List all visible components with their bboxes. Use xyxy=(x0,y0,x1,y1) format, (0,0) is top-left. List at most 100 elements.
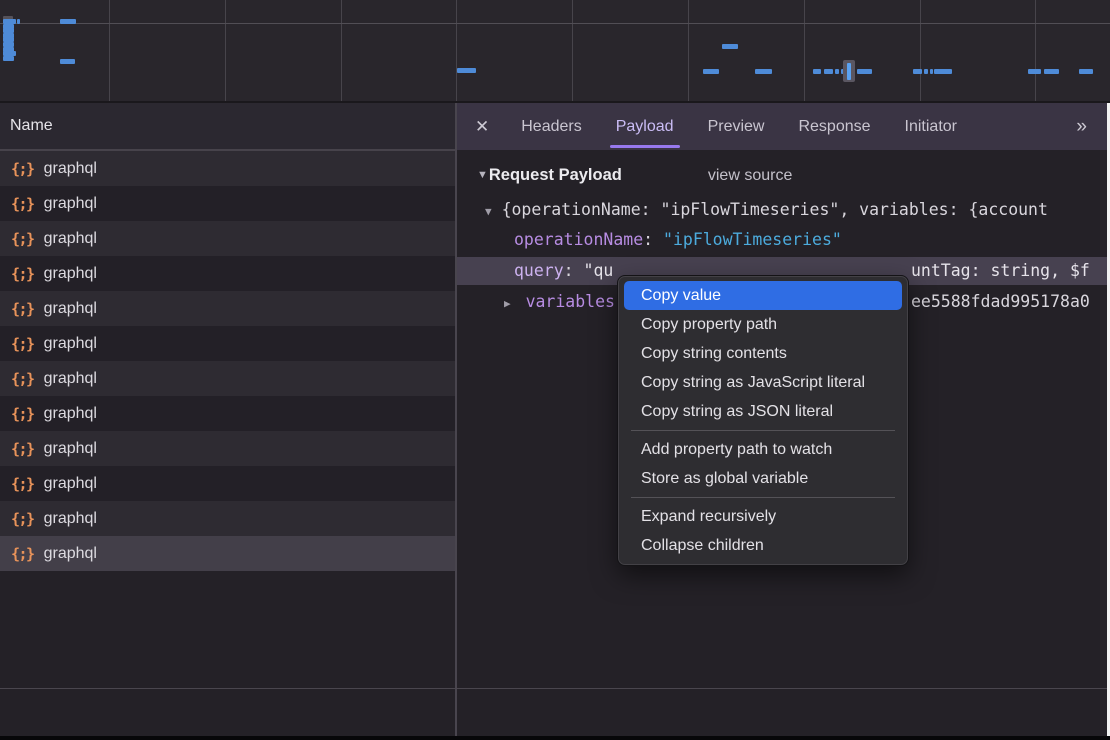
request-row[interactable]: {;} graphql xyxy=(0,431,455,466)
tab-headers[interactable]: Headers xyxy=(519,103,583,150)
json-request-icon: {;} xyxy=(11,545,34,563)
json-request-icon: {;} xyxy=(11,300,34,318)
property-value: "ipFlowTimeseries" xyxy=(663,230,842,249)
waterfall-bar xyxy=(857,69,872,74)
payload-preview-row[interactable]: ▼ {operationName: "ipFlowTimeseries", va… xyxy=(485,198,1048,222)
tab-payload[interactable]: Payload xyxy=(614,103,676,150)
timeline-gridline xyxy=(456,0,457,101)
request-name-label: graphql xyxy=(44,545,97,563)
collapse-triangle-icon: ▼ xyxy=(477,169,488,181)
network-main-area: Name {;}graphql{;}graphql{;}graphql{;}gr… xyxy=(0,103,1110,736)
request-rows: {;} graphql {;} graphql {;} graphql {;} graphql… xyxy=(0,151,455,571)
waterfall-bar xyxy=(703,69,719,74)
payload-preview-text: {operationName: "ipFlowTimeseries", vari… xyxy=(502,200,1048,219)
request-row[interactable]: {;} graphql xyxy=(0,501,455,536)
selected-request-marker-bar xyxy=(847,63,851,80)
request-name-label: graphql xyxy=(44,405,97,423)
request-row[interactable]: {;} graphql xyxy=(0,186,455,221)
tab-preview[interactable]: Preview xyxy=(706,103,767,150)
timeline-gridline xyxy=(1035,0,1036,101)
json-request-icon: {;} xyxy=(11,440,34,458)
request-row[interactable]: {;} graphql xyxy=(0,361,455,396)
waterfall-bar xyxy=(722,44,738,49)
close-detail-button[interactable]: ✕ xyxy=(475,117,489,137)
payload-row-operationname[interactable]: operationName "ipFlowTimeseries" xyxy=(514,228,842,252)
payload-row-variables[interactable]: ▶ variables xyxy=(504,290,625,314)
detail-tab-bar: ✕ Headers Payload Preview Response Initiator » xyxy=(457,103,1107,150)
menu-item-copy-value[interactable]: Copy value xyxy=(624,281,902,310)
request-name-label: graphql xyxy=(44,370,97,388)
timeline-gridline xyxy=(225,0,226,101)
waterfall-bar xyxy=(934,69,952,74)
property-value-left: "qu xyxy=(584,261,614,280)
waterfall-bar xyxy=(17,19,20,24)
name-column-label: Name xyxy=(10,117,53,135)
json-request-icon: {;} xyxy=(11,475,34,493)
request-name-label: graphql xyxy=(44,335,97,353)
summary-bar-divider xyxy=(0,688,1107,689)
timeline-gridline xyxy=(0,23,1110,24)
request-name-label: graphql xyxy=(44,475,97,493)
json-request-icon: {;} xyxy=(11,335,34,353)
menu-divider xyxy=(631,430,895,431)
menu-item-collapse-children[interactable]: Collapse children xyxy=(624,531,902,560)
timeline-gridline xyxy=(341,0,342,101)
name-column-header[interactable]: Name xyxy=(0,103,455,151)
variables-preview-fragment: ee5588fdad995178a0 xyxy=(911,290,1090,314)
waterfall-bar xyxy=(755,69,772,74)
request-row[interactable]: {;} graphql xyxy=(0,466,455,501)
request-row[interactable]: {;} graphql xyxy=(0,291,455,326)
request-name-label: graphql xyxy=(44,300,97,318)
waterfall-bar xyxy=(3,56,14,61)
json-request-icon: {;} xyxy=(11,405,34,423)
tab-initiator[interactable]: Initiator xyxy=(903,103,959,150)
property-key: operationName xyxy=(514,230,653,249)
devtools-network-panel: Name {;}graphql{;}graphql{;}graphql{;}gr… xyxy=(0,0,1110,740)
waterfall-bar xyxy=(813,69,821,74)
section-title: Request Payload xyxy=(489,166,622,185)
menu-item-copy-string-contents[interactable]: Copy string contents xyxy=(624,339,902,368)
tab-response[interactable]: Response xyxy=(796,103,872,150)
menu-item-copy-string-as-json-literal[interactable]: Copy string as JSON literal xyxy=(624,397,902,426)
request-payload-section[interactable]: ▼Request Payload view source xyxy=(477,166,792,185)
timeline-gridline xyxy=(109,0,110,101)
request-name-label: graphql xyxy=(44,195,97,213)
waterfall-bar xyxy=(913,69,922,74)
json-request-icon: {;} xyxy=(11,510,34,528)
menu-item-copy-property-path[interactable]: Copy property path xyxy=(624,310,902,339)
request-name-label: graphql xyxy=(44,510,97,528)
waterfall-bar xyxy=(1044,69,1059,74)
menu-item-copy-string-as-javascript-literal[interactable]: Copy string as JavaScript literal xyxy=(624,368,902,397)
json-request-icon: {;} xyxy=(11,195,34,213)
timeline-gridline xyxy=(688,0,689,101)
request-row[interactable]: {;}graphql xyxy=(0,256,455,291)
menu-divider xyxy=(631,497,895,498)
property-value-right: untTag: string, $f xyxy=(911,261,1090,280)
collapse-triangle-icon: ▼ xyxy=(485,205,492,218)
request-row[interactable]: {;} graphql xyxy=(0,536,455,571)
menu-item-store-as-global-variable[interactable]: Store as global variable xyxy=(624,464,902,493)
bottom-strip xyxy=(0,736,1110,740)
request-name-label: graphql xyxy=(44,440,97,458)
more-tabs-button[interactable]: » xyxy=(1076,116,1085,138)
waterfall-bar xyxy=(1028,69,1041,74)
timeline-gridline xyxy=(804,0,805,101)
network-overview-timeline[interactable] xyxy=(0,0,1110,103)
timeline-gridline xyxy=(920,0,921,101)
menu-item-expand-recursively[interactable]: Expand recursively xyxy=(624,502,902,531)
expand-triangle-icon: ▶ xyxy=(504,297,511,310)
request-name-label: graphql xyxy=(44,265,97,283)
waterfall-bar xyxy=(60,59,75,64)
timeline-gridline xyxy=(572,0,573,101)
view-source-link[interactable]: view source xyxy=(708,167,792,185)
request-row[interactable]: {;}graphql xyxy=(0,221,455,256)
request-row[interactable]: {;} graphql xyxy=(0,396,455,431)
request-row[interactable]: {;} graphql xyxy=(0,326,455,361)
waterfall-bar xyxy=(824,69,833,74)
request-name-label: graphql xyxy=(44,230,97,248)
waterfall-bar xyxy=(924,69,928,74)
menu-item-add-property-path-to-watch[interactable]: Add property path to watch xyxy=(624,435,902,464)
request-row[interactable]: {;}graphql xyxy=(0,151,455,186)
json-request-icon: {;} xyxy=(11,370,34,388)
waterfall-bar xyxy=(835,69,839,74)
